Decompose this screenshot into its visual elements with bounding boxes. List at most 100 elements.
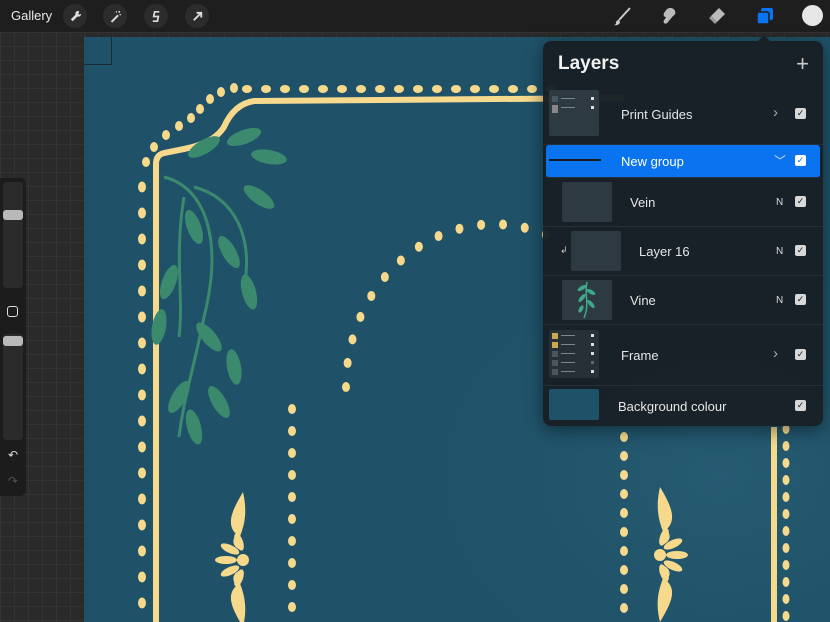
visibility-checkbox[interactable]: ✓ xyxy=(795,155,806,166)
decor-dot xyxy=(138,519,146,531)
plus-icon: + xyxy=(796,51,809,76)
decor-dot xyxy=(620,565,628,575)
brush-size-slider[interactable] xyxy=(3,182,23,288)
brush-size-thumb[interactable] xyxy=(3,210,23,220)
decor-dot xyxy=(620,603,628,613)
decor-dot xyxy=(138,285,146,297)
layer-row-background-colour[interactable]: Background colour ✓ xyxy=(543,386,823,426)
decor-dot xyxy=(288,536,296,546)
decor-dot xyxy=(242,85,252,93)
decor-dot xyxy=(527,85,537,93)
brush-tool-button[interactable] xyxy=(610,4,634,28)
opacity-slider[interactable] xyxy=(3,334,23,440)
arrow-cursor-icon xyxy=(192,11,202,21)
blend-mode[interactable]: N xyxy=(776,246,783,257)
decor-dot xyxy=(138,181,146,193)
decor-dot xyxy=(261,85,271,93)
visibility-checkbox[interactable]: ✓ xyxy=(795,245,806,256)
layer-row-new-group[interactable]: New group ﹀ ✓ xyxy=(546,145,820,178)
visibility-checkbox[interactable]: ✓ xyxy=(795,294,806,305)
layer-name: New group xyxy=(621,154,684,169)
decor-dot xyxy=(138,571,146,583)
decor-dot xyxy=(782,560,790,570)
selection-button[interactable] xyxy=(144,4,168,28)
decor-dot xyxy=(489,85,499,93)
opacity-thumb[interactable] xyxy=(3,336,23,346)
decor-dot xyxy=(380,272,389,283)
decor-dot xyxy=(782,441,790,451)
layers-panel-title: Layers xyxy=(558,53,620,74)
decor-dot xyxy=(620,546,628,556)
add-layer-button[interactable]: + xyxy=(796,51,809,77)
redo-button[interactable]: ↷ xyxy=(6,474,20,488)
left-sidebar: ↶ ↷ xyxy=(0,178,26,496)
selection-s-icon xyxy=(152,10,159,22)
layers-tool-button[interactable] xyxy=(753,4,777,28)
decor-dot xyxy=(455,223,464,234)
gallery-button[interactable]: Gallery xyxy=(11,8,52,23)
decor-dot xyxy=(138,233,146,245)
decor-dot xyxy=(138,441,146,453)
actions-button[interactable] xyxy=(63,4,87,28)
visibility-checkbox[interactable]: ✓ xyxy=(795,196,806,207)
decor-dot xyxy=(782,594,790,604)
decor-dot xyxy=(138,545,146,557)
top-toolbar: Gallery xyxy=(0,0,830,32)
layer-name: Vein xyxy=(630,195,656,210)
layer-row-vine[interactable]: Vine N ✓ xyxy=(543,276,823,325)
undo-icon: ↶ xyxy=(7,448,19,462)
decor-dot xyxy=(138,259,146,271)
redo-icon: ↷ xyxy=(7,474,19,488)
wrench-icon xyxy=(70,10,81,21)
decor-dot xyxy=(375,85,385,93)
modify-button[interactable] xyxy=(7,306,18,317)
visibility-checkbox[interactable]: ✓ xyxy=(795,108,806,119)
vine-thumbnail-art xyxy=(577,281,596,319)
visibility-checkbox[interactable]: ✓ xyxy=(795,400,806,411)
decor-dot xyxy=(288,602,296,612)
blend-mode[interactable]: N xyxy=(776,197,783,208)
undo-button[interactable]: ↶ xyxy=(6,448,20,462)
decor-dot xyxy=(138,415,146,427)
decor-dot xyxy=(288,514,296,524)
decor-dot xyxy=(348,334,357,345)
decor-dot xyxy=(470,85,480,93)
decor-dot xyxy=(142,157,150,167)
layer-row-print-guides[interactable]: Print Guides › ✓ xyxy=(543,86,823,145)
decor-dot xyxy=(138,597,146,609)
decor-dot xyxy=(356,311,365,322)
decor-dot xyxy=(414,241,423,252)
chevron-right-icon[interactable]: › xyxy=(773,345,778,362)
blend-mode[interactable]: N xyxy=(776,295,783,306)
layer-row-layer-16[interactable]: ↲ Layer 16 N ✓ xyxy=(543,227,823,276)
decor-dot xyxy=(620,451,628,461)
eraser-tool-button[interactable] xyxy=(705,4,729,28)
clipping-mask-icon: ↲ xyxy=(560,245,568,255)
layer-row-frame[interactable]: Frame › ✓ xyxy=(543,325,823,386)
decor-dot xyxy=(782,611,790,621)
brush-icon xyxy=(614,7,631,26)
decor-dot xyxy=(520,222,529,233)
decor-dot xyxy=(782,458,790,468)
color-picker-button[interactable] xyxy=(802,5,823,26)
decor-dot xyxy=(782,526,790,536)
layer-name: Layer 16 xyxy=(639,244,690,259)
decor-dot xyxy=(138,467,146,479)
decor-dot xyxy=(394,85,404,93)
chevron-down-icon[interactable]: ﹀ xyxy=(774,152,786,169)
transform-button[interactable] xyxy=(185,4,209,28)
decor-dot xyxy=(432,85,442,93)
chevron-right-icon[interactable]: › xyxy=(773,104,778,121)
decor-dot xyxy=(138,337,146,349)
decor-dot xyxy=(288,470,296,480)
layer-row-vein[interactable]: Vein N ✓ xyxy=(543,178,823,227)
background-color-swatch[interactable] xyxy=(549,389,599,420)
decor-dot xyxy=(206,94,214,104)
visibility-checkbox[interactable]: ✓ xyxy=(795,349,806,360)
layer-thumbnail xyxy=(571,231,621,271)
adjustments-button[interactable] xyxy=(103,4,127,28)
decor-dot xyxy=(138,389,146,401)
decor-dot xyxy=(138,493,146,505)
decor-dot xyxy=(499,219,508,230)
smudge-tool-button[interactable] xyxy=(658,4,682,28)
